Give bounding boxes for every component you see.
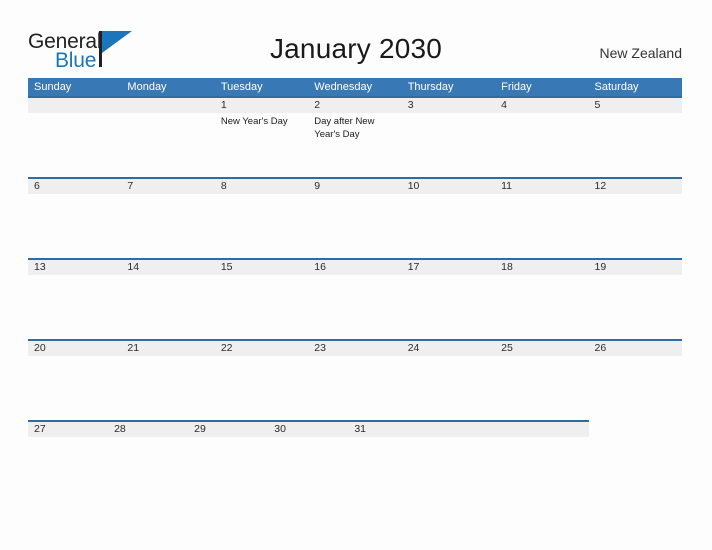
day-cell-15[interactable] (215, 275, 308, 337)
day-cell-31[interactable] (402, 437, 495, 499)
day-cell-4[interactable] (495, 113, 588, 175)
holiday-label: Day after New Year's Day (314, 116, 375, 140)
day-cell-empty (28, 113, 121, 175)
day-number-2[interactable]: 2 (308, 98, 401, 113)
day-number-13[interactable]: 13 (28, 260, 121, 275)
day-number-3[interactable]: 3 (402, 98, 495, 113)
week-body-row (28, 194, 682, 256)
day-cell-23[interactable] (308, 356, 401, 418)
calendar-week-row: 27 28 29 30 31 (28, 420, 682, 501)
day-cell-7[interactable] (121, 194, 214, 256)
day-cell-empty (589, 437, 682, 499)
week-date-band: 27 28 29 30 31 (28, 420, 589, 437)
country-label: New Zealand (599, 45, 683, 61)
day-number-4[interactable]: 4 (495, 98, 588, 113)
day-cell-28[interactable] (121, 437, 214, 499)
week-date-band: 13 14 15 16 17 18 19 (28, 258, 682, 275)
day-number-27[interactable]: 27 (28, 422, 108, 437)
day-cell-8[interactable] (215, 194, 308, 256)
day-cell-30[interactable] (308, 437, 401, 499)
day-number-empty (121, 98, 214, 113)
week-date-band: 6 7 8 9 10 11 12 (28, 177, 682, 194)
day-cell-13[interactable] (28, 275, 121, 337)
day-number-9[interactable]: 9 (308, 179, 401, 194)
day-number-1[interactable]: 1 (215, 98, 308, 113)
day-cell-5[interactable] (589, 113, 682, 175)
day-cell-18[interactable] (495, 275, 588, 337)
day-cell-10[interactable] (402, 194, 495, 256)
day-cell-19[interactable] (589, 275, 682, 337)
day-cell-29[interactable] (215, 437, 308, 499)
day-number-6[interactable]: 6 (28, 179, 121, 194)
day-cell-11[interactable] (495, 194, 588, 256)
day-cell-21[interactable] (121, 356, 214, 418)
day-number-7[interactable]: 7 (121, 179, 214, 194)
weekday-header-thursday: Thursday (407, 81, 454, 93)
week-body-row (28, 356, 682, 418)
day-number-19[interactable]: 19 (589, 260, 682, 275)
day-cell-empty (121, 113, 214, 175)
weekday-header-sunday: Sunday (34, 81, 72, 93)
week-date-band: 20 21 22 23 24 25 26 (28, 339, 682, 356)
day-number-14[interactable]: 14 (121, 260, 214, 275)
day-number-29[interactable]: 29 (188, 422, 268, 437)
day-number-empty (28, 98, 121, 113)
day-cell-22[interactable] (215, 356, 308, 418)
calendar-grid: Sunday Monday Tuesday Wednesday Thursday Frid… (28, 78, 682, 501)
day-cell-20[interactable] (28, 356, 121, 418)
day-number-10[interactable]: 10 (402, 179, 495, 194)
day-number-16[interactable]: 16 (308, 260, 401, 275)
day-number-22[interactable]: 22 (215, 341, 308, 356)
day-number-20[interactable]: 20 (28, 341, 121, 356)
calendar-week-row: 1 2 3 4 5 New Year's Day Day after New Year's … (28, 96, 682, 177)
holiday-label: New Year's Day (220, 116, 288, 127)
day-number-12[interactable]: 12 (589, 179, 682, 194)
day-number-28[interactable]: 28 (108, 422, 188, 437)
day-cell-12[interactable] (589, 194, 682, 256)
weekday-header-wednesday: Wednesday (314, 81, 373, 93)
day-number-empty (428, 422, 508, 437)
weekday-header-row: Sunday Monday Tuesday Wednesday Thursday Frid… (28, 78, 682, 96)
day-number-15[interactable]: 15 (215, 260, 308, 275)
weekday-header-friday: Friday (501, 81, 532, 93)
day-cell-26[interactable] (589, 356, 682, 418)
day-number-26[interactable]: 26 (589, 341, 682, 356)
day-number-17[interactable]: 17 (402, 260, 495, 275)
calendar-week-row: 6 7 8 9 10 11 12 (28, 177, 682, 258)
day-number-8[interactable]: 8 (215, 179, 308, 194)
day-cell-3[interactable] (402, 113, 495, 175)
calendar-week-row: 13 14 15 16 17 18 19 (28, 258, 682, 339)
day-cell-2[interactable]: Day after New Year's Day (308, 113, 401, 175)
weekday-header-saturday: Saturday (594, 81, 639, 93)
page-header: General Blue January 2030 New Zealand (0, 0, 712, 78)
day-cell-14[interactable] (121, 275, 214, 337)
day-number-23[interactable]: 23 (308, 341, 401, 356)
day-cell-empty (495, 437, 588, 499)
day-cell-6[interactable] (28, 194, 121, 256)
day-number-24[interactable]: 24 (402, 341, 495, 356)
day-number-5[interactable]: 5 (589, 98, 682, 113)
day-number-11[interactable]: 11 (495, 179, 588, 194)
calendar-week-row: 20 21 22 23 24 25 26 (28, 339, 682, 420)
day-number-30[interactable]: 30 (268, 422, 348, 437)
day-cell-24[interactable] (402, 356, 495, 418)
week-body-row: New Year's Day Day after New Year's Day (28, 113, 682, 175)
day-cell-1[interactable]: New Year's Day (215, 113, 308, 175)
day-number-empty (508, 422, 588, 437)
week-body-row (28, 437, 682, 499)
calendar-weeks: 1 2 3 4 5 New Year's Day Day after New Year's … (28, 96, 682, 501)
weekday-header-tuesday: Tuesday (220, 81, 263, 93)
day-cell-25[interactable] (495, 356, 588, 418)
day-number-21[interactable]: 21 (121, 341, 214, 356)
day-cell-27[interactable] (28, 437, 121, 499)
week-date-band: 12345 (28, 96, 682, 113)
week-body-row (28, 275, 682, 337)
day-cell-17[interactable] (402, 275, 495, 337)
weekday-header-monday: Monday (127, 81, 167, 93)
day-number-25[interactable]: 25 (495, 341, 588, 356)
day-cell-9[interactable] (308, 194, 401, 256)
day-cell-16[interactable] (308, 275, 401, 337)
day-number-18[interactable]: 18 (495, 260, 588, 275)
day-number-31[interactable]: 31 (348, 422, 428, 437)
